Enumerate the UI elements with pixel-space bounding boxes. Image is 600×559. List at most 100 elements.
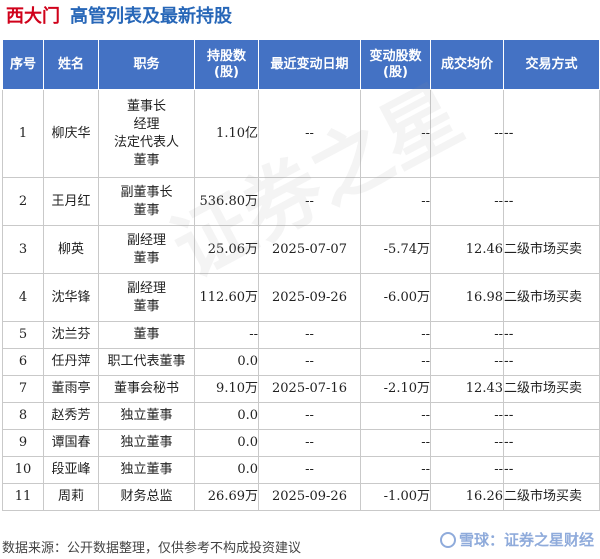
role-line: 董事长 [126, 98, 166, 114]
cell-change: -- [360, 429, 431, 457]
cell-method: -- [503, 402, 600, 430]
col-name-header: 姓名 [43, 39, 99, 90]
cell-price: 12.46 [430, 225, 504, 274]
cell-seq: 2 [2, 177, 44, 226]
cell-price: 12.43 [430, 375, 504, 403]
cell-shares: 536.80万 [194, 177, 259, 226]
cell-shares: 112.60万 [194, 273, 259, 322]
table-heading: 高管列表及最新持股 [70, 6, 232, 27]
cell-name: 王月红 [43, 177, 99, 226]
cell-name: 董雨亭 [43, 375, 99, 403]
col-shares-header: 持股数 (股) [194, 39, 259, 90]
col-role-header: 职务 [98, 39, 195, 90]
col-seq-header: 序号 [2, 39, 44, 90]
cell-shares: 1.10亿 [194, 89, 259, 178]
cell-shares: 26.69万 [194, 483, 259, 511]
cell-seq: 10 [2, 456, 44, 484]
cell-change: -- [360, 402, 431, 430]
page-title: 西大门 高管列表及最新持股 [6, 2, 232, 32]
col-price-header: 成交均价 [430, 39, 504, 90]
cell-change: -- [360, 321, 431, 349]
cell-role: 财务总监 [98, 483, 195, 511]
cell-role: 副经理 董事 [98, 273, 195, 322]
table-row: 4 沈华锋 副经理 董事 112.60万 2025-09-26 -6.00万 16.98 二级市… [2, 273, 600, 322]
role-line: 董事 [133, 250, 160, 266]
cell-price: -- [430, 177, 504, 226]
cell-role: 独立董事 [98, 429, 195, 457]
table-row: 11 周莉 财务总监 26.69万 2025-09-26 -1.00万 16.26 二级市场买… [2, 483, 600, 511]
cell-shares: 0.0 [194, 429, 259, 457]
col-date-header: 最近变动日期 [258, 39, 361, 90]
table-row: 3 柳英 副经理 董事 25.06万 2025-07-07 -5.74万 12.46 二级市场买… [2, 225, 600, 274]
role-line: 经理 [133, 116, 160, 132]
cell-price: 16.26 [430, 483, 504, 511]
cell-name: 任丹萍 [43, 348, 99, 376]
cell-name: 沈兰芬 [43, 321, 99, 349]
cell-shares: 0.0 [194, 402, 259, 430]
cell-name: 谭国春 [43, 429, 99, 457]
cell-price: -- [430, 429, 504, 457]
cell-role: 董事长 经理 法定代表人 董事 [98, 89, 195, 178]
cell-name: 沈华锋 [43, 273, 99, 322]
cell-seq: 7 [2, 375, 44, 403]
role-line: 独立董事 [120, 435, 173, 450]
cell-seq: 5 [2, 321, 44, 349]
cell-shares: -- [194, 321, 259, 349]
cell-name: 段亚峰 [43, 456, 99, 484]
brand-text: 雪球：证券之星财经 [458, 531, 594, 549]
cell-name: 周莉 [43, 483, 99, 511]
snowball-icon [439, 532, 456, 548]
cell-role: 董事 [98, 321, 195, 349]
cell-change: -- [360, 348, 431, 376]
cell-role: 副董事长 董事 [98, 177, 195, 226]
cell-date: -- [258, 177, 361, 226]
cell-role: 独立董事 [98, 456, 195, 484]
cell-change: -5.74万 [360, 225, 431, 274]
cell-date: -- [258, 89, 361, 178]
role-line: 副经理 [126, 280, 166, 296]
cell-change: -1.00万 [360, 483, 431, 511]
cell-method: 二级市场买卖 [503, 375, 600, 403]
table-body: 1 柳庆华 董事长 经理 法定代表人 董事 1.10亿 -- -- -- -- 2 王月红 副董事长 董事 5… [2, 89, 600, 511]
cell-date: -- [258, 429, 361, 457]
cell-change: -- [360, 177, 431, 226]
cell-name: 柳庆华 [43, 89, 99, 178]
cell-price: -- [430, 348, 504, 376]
cell-change: -- [360, 456, 431, 484]
table-row: 7 董雨亭 董事会秘书 9.10万 2025-07-16 -2.10万 12.43 二级市场买… [2, 375, 600, 403]
col-change-header: 变动股数 (股) [360, 39, 431, 90]
cell-price: -- [430, 321, 504, 349]
cell-date: 2025-09-26 [258, 483, 361, 511]
cell-date: 2025-07-16 [258, 375, 361, 403]
role-line: 职工代表董事 [107, 354, 186, 369]
cell-date: -- [258, 402, 361, 430]
cell-seq: 1 [2, 89, 44, 178]
cell-role: 董事会秘书 [98, 375, 195, 403]
table-row: 2 王月红 副董事长 董事 536.80万 -- -- -- -- [2, 177, 600, 226]
cell-seq: 9 [2, 429, 44, 457]
cell-price: -- [430, 89, 504, 178]
cell-role: 独立董事 [98, 402, 195, 430]
cell-seq: 11 [2, 483, 44, 511]
cell-method: -- [503, 321, 600, 349]
role-line: 董事 [133, 298, 160, 314]
table-row: 5 沈兰芬 董事 -- -- -- -- -- [2, 321, 600, 349]
role-line: 财务总监 [120, 489, 173, 504]
cell-change: -- [360, 89, 431, 178]
role-line: 副经理 [126, 232, 166, 248]
role-line: 法定代表人 [113, 134, 179, 150]
cell-seq: 6 [2, 348, 44, 376]
cell-method: -- [503, 177, 600, 226]
cell-date: -- [258, 348, 361, 376]
role-line: 独立董事 [120, 462, 173, 477]
brand-mark: 雪球：证券之星财经 [439, 526, 594, 554]
cell-price: 16.98 [430, 273, 504, 322]
cell-shares: 25.06万 [194, 225, 259, 274]
executive-table: 序号 姓名 职务 持股数 (股) 最近变动日期 变动股数 (股) 成交均价 交易方式 1 柳庆华 董事… [2, 39, 600, 511]
cell-date: -- [258, 321, 361, 349]
table-row: 10 段亚峰 独立董事 0.0 -- -- -- -- [2, 456, 600, 484]
cell-seq: 3 [2, 225, 44, 274]
cell-method: -- [503, 456, 600, 484]
cell-method: 二级市场买卖 [503, 483, 600, 511]
cell-date: 2025-07-07 [258, 225, 361, 274]
